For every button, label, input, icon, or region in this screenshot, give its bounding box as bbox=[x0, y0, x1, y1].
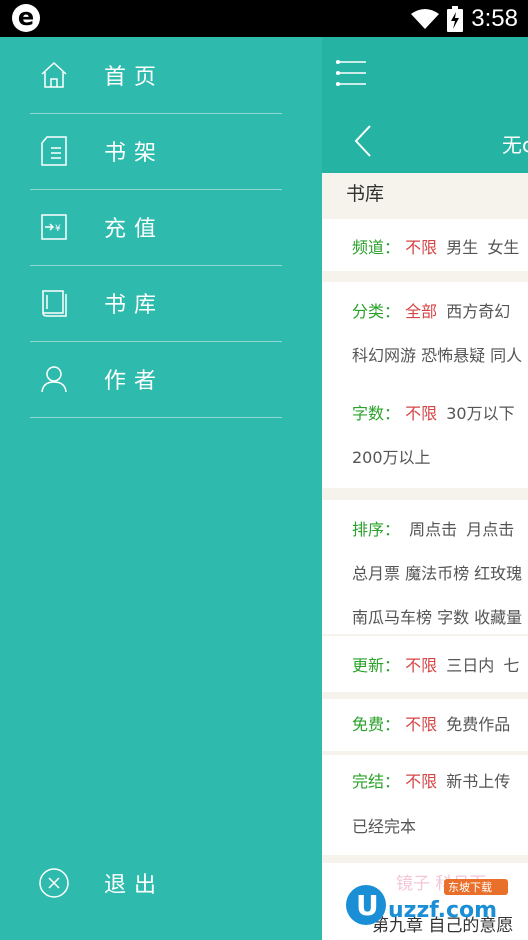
drawer-item-label: 书库 bbox=[104, 293, 165, 318]
app-logo-icon: e bbox=[12, 4, 40, 32]
author-icon bbox=[34, 359, 74, 399]
filter-option-line[interactable]: 南瓜马车榜 字数 收藏量 bbox=[352, 604, 522, 628]
main-panel: 无c 书库 频道： 不限 男生 女生 分类： 全部 西方奇幻 科幻网游 恐怖悬疑… bbox=[322, 37, 528, 940]
filter-label: 更新： bbox=[352, 656, 401, 675]
watermark-tag: 东坡下载 bbox=[448, 881, 492, 894]
section-title: 书库 bbox=[346, 183, 385, 205]
status-bar: e 3:58 bbox=[0, 0, 528, 37]
filter-option[interactable]: 30万以下 bbox=[446, 404, 514, 423]
drawer-item-label: 书架 bbox=[104, 141, 165, 166]
filter-option[interactable]: 新书上传 bbox=[446, 772, 510, 791]
drawer-item-bookshelf[interactable]: 书架 bbox=[30, 113, 282, 190]
filter-option-selected[interactable]: 不限 bbox=[405, 772, 437, 791]
filter-option[interactable]: 七 bbox=[503, 656, 519, 675]
drawer-item-label: 作者 bbox=[104, 369, 165, 394]
filter-option[interactable]: 男生 bbox=[446, 238, 478, 257]
drawer-item-label: 首页 bbox=[104, 65, 165, 90]
drawer-item-library[interactable]: 书库 bbox=[30, 265, 282, 342]
menu-icon[interactable] bbox=[335, 59, 368, 91]
filter-option-line[interactable]: 科幻网游 恐怖悬疑 同人 bbox=[352, 342, 522, 366]
drawer-item-recharge[interactable]: ¥ 充值 bbox=[30, 189, 282, 266]
watermark-text: uzzf.com bbox=[388, 898, 497, 923]
filter-label: 字数： bbox=[352, 404, 401, 423]
filter-option[interactable]: 女生 bbox=[487, 238, 519, 257]
sub-header: 无c bbox=[322, 109, 528, 173]
filter-finish: 完结： 不限 新书上传 已经完本 bbox=[322, 755, 528, 855]
filter-category-wordcount: 分类： 全部 西方奇幻 科幻网游 恐怖悬疑 同人 字数： 不限 30万以下 20… bbox=[322, 282, 528, 488]
battery-charging-icon bbox=[447, 6, 464, 32]
filter-channel: 频道： 不限 男生 女生 bbox=[322, 219, 528, 271]
filter-option-line[interactable]: 总月票 魔法币榜 红玫瑰 bbox=[352, 560, 522, 584]
close-circle-icon bbox=[34, 867, 74, 899]
filter-option[interactable]: 三日内 bbox=[446, 656, 494, 675]
wifi-icon bbox=[411, 9, 440, 29]
filter-option-line[interactable]: 已经完本 bbox=[352, 813, 416, 837]
filter-label: 分类： bbox=[352, 302, 401, 321]
svg-text:U: U bbox=[356, 889, 379, 922]
filter-option-selected[interactable]: 不限 bbox=[405, 715, 437, 734]
filter-label: 免费： bbox=[352, 715, 401, 734]
top-app-bar bbox=[322, 37, 528, 109]
home-icon bbox=[34, 55, 74, 95]
logout-button[interactable]: 退出 bbox=[30, 867, 164, 899]
filter-option[interactable]: 西方奇幻 bbox=[446, 302, 510, 321]
filter-label: 完结： bbox=[352, 772, 401, 791]
filter-option-selected[interactable]: 不限 bbox=[405, 656, 437, 675]
filter-sort: 排序： 周点击 月点击 总月票 魔法币榜 红玫瑰 南瓜马车榜 字数 收藏量 bbox=[322, 500, 528, 634]
watermark-logo: U 东坡下载 uzzf.com bbox=[344, 877, 524, 929]
library-icon bbox=[34, 283, 74, 323]
filter-update: 更新： 不限 三日内 七 bbox=[322, 636, 528, 692]
bookshelf-icon bbox=[34, 131, 74, 171]
filter-option-selected[interactable]: 全部 bbox=[405, 302, 437, 321]
filter-option-line[interactable]: 200万以上 bbox=[352, 444, 431, 468]
filter-option[interactable]: 周点击 bbox=[409, 520, 457, 539]
sub-header-title: 无c bbox=[502, 133, 528, 157]
svg-text:¥: ¥ bbox=[55, 224, 61, 234]
drawer-item-label: 充值 bbox=[104, 217, 165, 242]
filter-option-selected[interactable]: 不限 bbox=[405, 404, 437, 423]
status-indicators: 3:58 bbox=[411, 5, 518, 32]
filter-option[interactable]: 免费作品 bbox=[446, 715, 510, 734]
filter-free: 免费： 不限 免费作品 bbox=[322, 699, 528, 751]
logout-label: 退出 bbox=[104, 873, 165, 898]
library-content: 书库 频道： 不限 男生 女生 分类： 全部 西方奇幻 科幻网游 恐怖悬疑 同人… bbox=[322, 173, 528, 940]
clock: 3:58 bbox=[471, 5, 518, 32]
filter-option[interactable]: 月点击 bbox=[466, 520, 514, 539]
navigation-drawer: 首页 书架 ¥ 充值 书库 作者 退出 bbox=[0, 37, 322, 940]
filter-label: 频道： bbox=[352, 238, 401, 257]
drawer-item-home[interactable]: 首页 bbox=[30, 37, 282, 114]
recharge-icon: ¥ bbox=[34, 207, 74, 247]
back-arrow-icon[interactable] bbox=[352, 124, 374, 162]
filter-option-selected[interactable]: 不限 bbox=[405, 238, 437, 257]
filter-label: 排序： bbox=[352, 520, 401, 539]
drawer-item-author[interactable]: 作者 bbox=[30, 341, 282, 418]
